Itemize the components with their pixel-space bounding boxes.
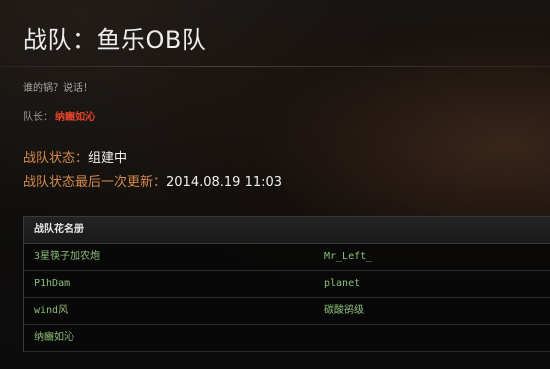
member-name-link[interactable]: wind风 [24,298,314,324]
page-title: 战队：鱼乐OB队 [23,26,207,54]
member-name-link[interactable]: Mr_Left_ [314,244,550,270]
member-name-link[interactable]: 3星筷子加农炮 [24,244,314,270]
roster-header: 战队花名册 [24,217,550,244]
status-label: 战队状态： [23,151,89,166]
member-name-link[interactable]: P1hDam [24,271,314,297]
leader-name-link[interactable]: 纳豳如沁 [55,112,95,123]
updated-label: 战队状态最后一次更新： [23,175,167,190]
table-row: 纳豳如沁 [24,325,550,352]
team-page: 战队：鱼乐OB队 谁的锅？说话！ 队长： 纳豳如沁 战队状态：组建中 战队状态最后… [0,0,550,369]
status-value: 组建中 [88,151,128,166]
team-motto: 谁的锅？说话！ [23,83,93,94]
table-row: 3星筷子加农炮 Mr_Left_ [24,244,550,271]
table-row: wind风 碳酸鹆级 [24,298,550,325]
team-leader: 队长： 纳豳如沁 [23,108,95,123]
status-updated: 战队状态最后一次更新：2014.08.19 11:03 [23,171,282,190]
team-status: 战队状态：组建中 [23,147,127,166]
updated-value: 2014.08.19 11:03 [166,175,283,190]
table-row: P1hDam planet [24,271,550,298]
member-name-link[interactable]: 碳酸鹆级 [314,298,550,324]
roster-table: 战队花名册 3星筷子加农炮 Mr_Left_ P1hDam planet win… [23,216,550,352]
leader-label: 队长： [23,112,53,123]
title-divider [0,66,550,67]
empty-cell [314,325,550,351]
member-name-link[interactable]: 纳豳如沁 [24,325,314,351]
member-name-link[interactable]: planet [314,271,550,297]
